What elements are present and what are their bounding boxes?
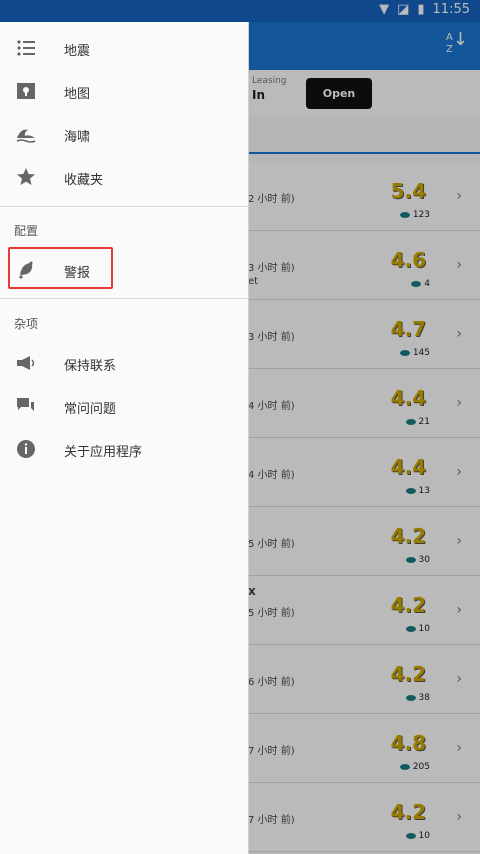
- divider: [0, 206, 248, 207]
- drawer-item-earthquakes[interactable]: 地震: [0, 28, 248, 71]
- section-header-config: 配置: [14, 224, 39, 238]
- info-icon: [16, 439, 36, 459]
- list-icon: [16, 38, 36, 58]
- drawer-item-map[interactable]: 地图: [0, 71, 248, 114]
- highlight-box: [8, 247, 113, 289]
- section-header-misc: 杂项: [14, 317, 39, 331]
- wave-icon: [16, 124, 36, 144]
- drawer-item-faq[interactable]: 常问问题: [0, 386, 248, 429]
- drawer-item-about[interactable]: 关于应用程序: [0, 429, 248, 472]
- drawer-item-favorites[interactable]: 收藏夹: [0, 157, 248, 200]
- drawer-item-label: 海啸: [64, 130, 91, 145]
- star-icon: [16, 167, 36, 187]
- megaphone-icon: [16, 353, 36, 373]
- drawer-item-label: 关于应用程序: [64, 445, 143, 460]
- drawer-item-label: 地震: [64, 44, 91, 59]
- drawer-item-keep-in-touch[interactable]: 保持联系: [0, 343, 248, 386]
- divider: [0, 298, 248, 299]
- chat-icon: [16, 396, 36, 416]
- map-pin-icon: [16, 81, 36, 101]
- drawer-item-label: 地图: [64, 87, 91, 102]
- drawer-item-tsunami[interactable]: 海啸: [0, 114, 248, 157]
- drawer-item-label: 保持联系: [64, 359, 117, 374]
- drawer-item-label: 收藏夹: [64, 173, 104, 188]
- navigation-drawer: 地震 地图 海啸 收藏夹 配置 警报 杂项 保持联系 常问问题 关于应用程序: [0, 22, 249, 854]
- drawer-item-label: 常问问题: [64, 402, 117, 417]
